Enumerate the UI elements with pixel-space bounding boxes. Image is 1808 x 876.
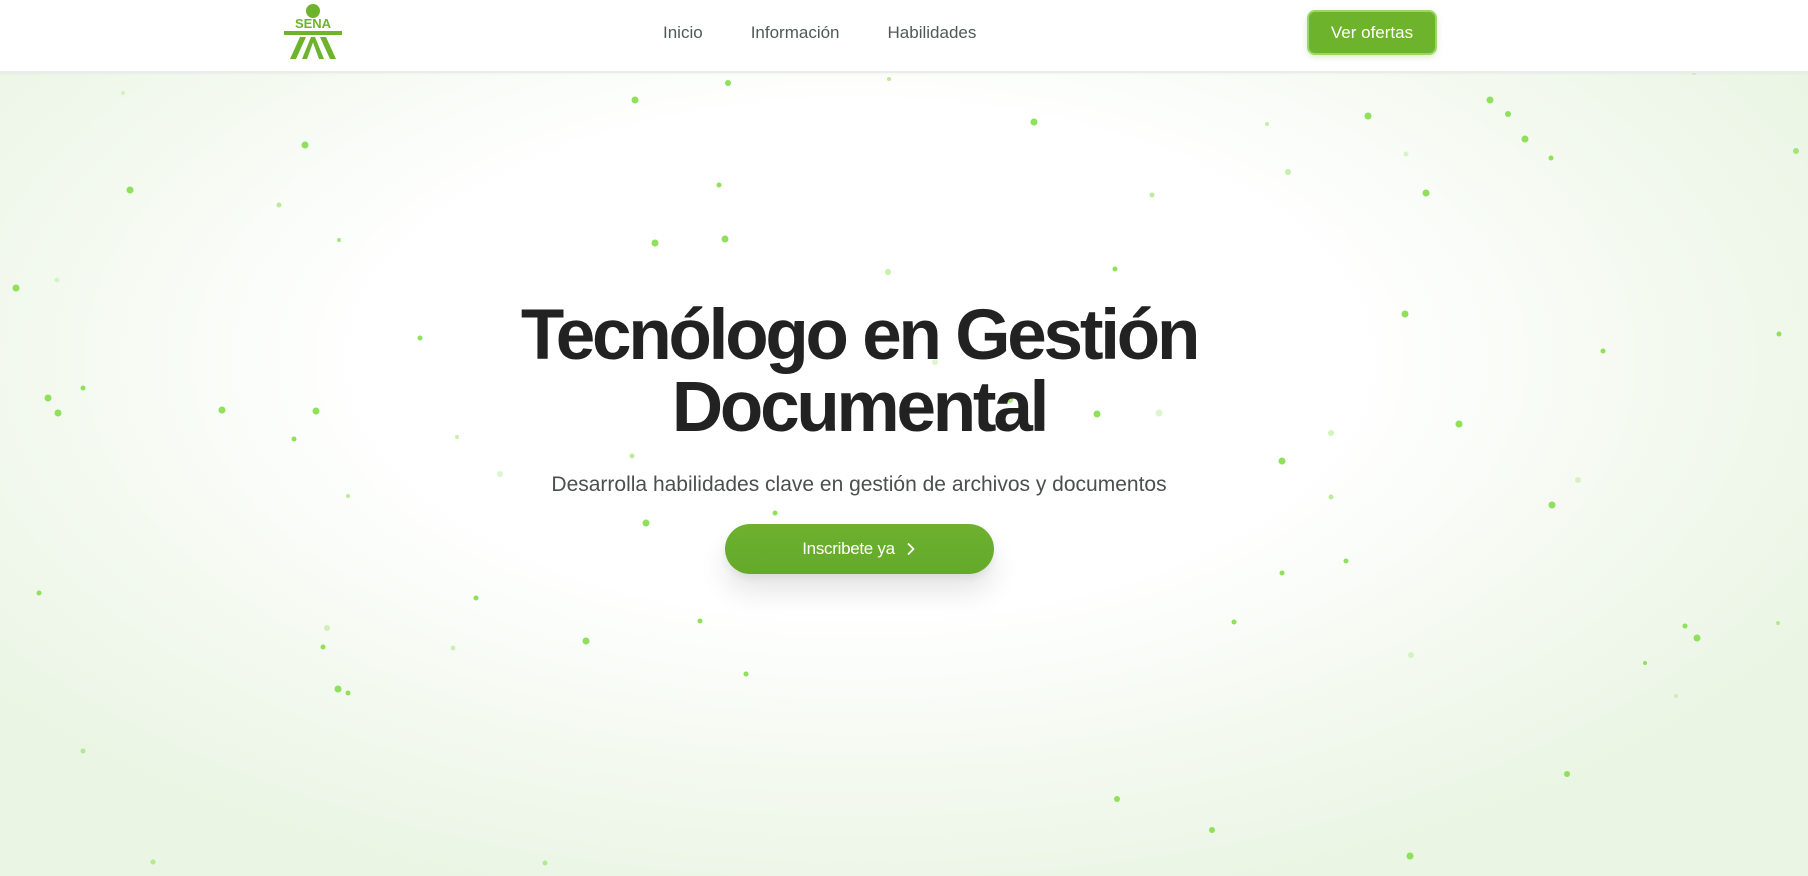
nav-link-inicio[interactable]: Inicio <box>663 23 703 43</box>
page: SENA Inicio Información Habilidades Ver … <box>0 0 1808 876</box>
ver-ofertas-button[interactable]: Ver ofertas <box>1307 10 1437 55</box>
nav-links: Inicio Información Habilidades <box>663 0 976 66</box>
nav-link-informacion[interactable]: Información <box>751 23 840 43</box>
sena-logo[interactable]: SENA <box>282 3 344 63</box>
hero-title-line-1: Tecnólogo en Gestión <box>520 296 1200 375</box>
inscribete-button[interactable]: Inscribete ya <box>725 524 994 574</box>
top-navbar: SENA Inicio Información Habilidades Ver … <box>0 0 1808 73</box>
hero-title: Tecnólogo en Gestión Documental <box>454 300 1264 444</box>
inscribete-button-label: Inscribete ya <box>802 539 895 558</box>
hero-subtitle: Desarrolla habilidades clave en gestión … <box>551 473 1167 496</box>
svg-text:SENA: SENA <box>295 16 332 31</box>
nav-link-habilidades[interactable]: Habilidades <box>888 23 977 43</box>
chevron-right-icon <box>907 543 915 555</box>
hero-title-line-2: Documental <box>671 368 1050 447</box>
